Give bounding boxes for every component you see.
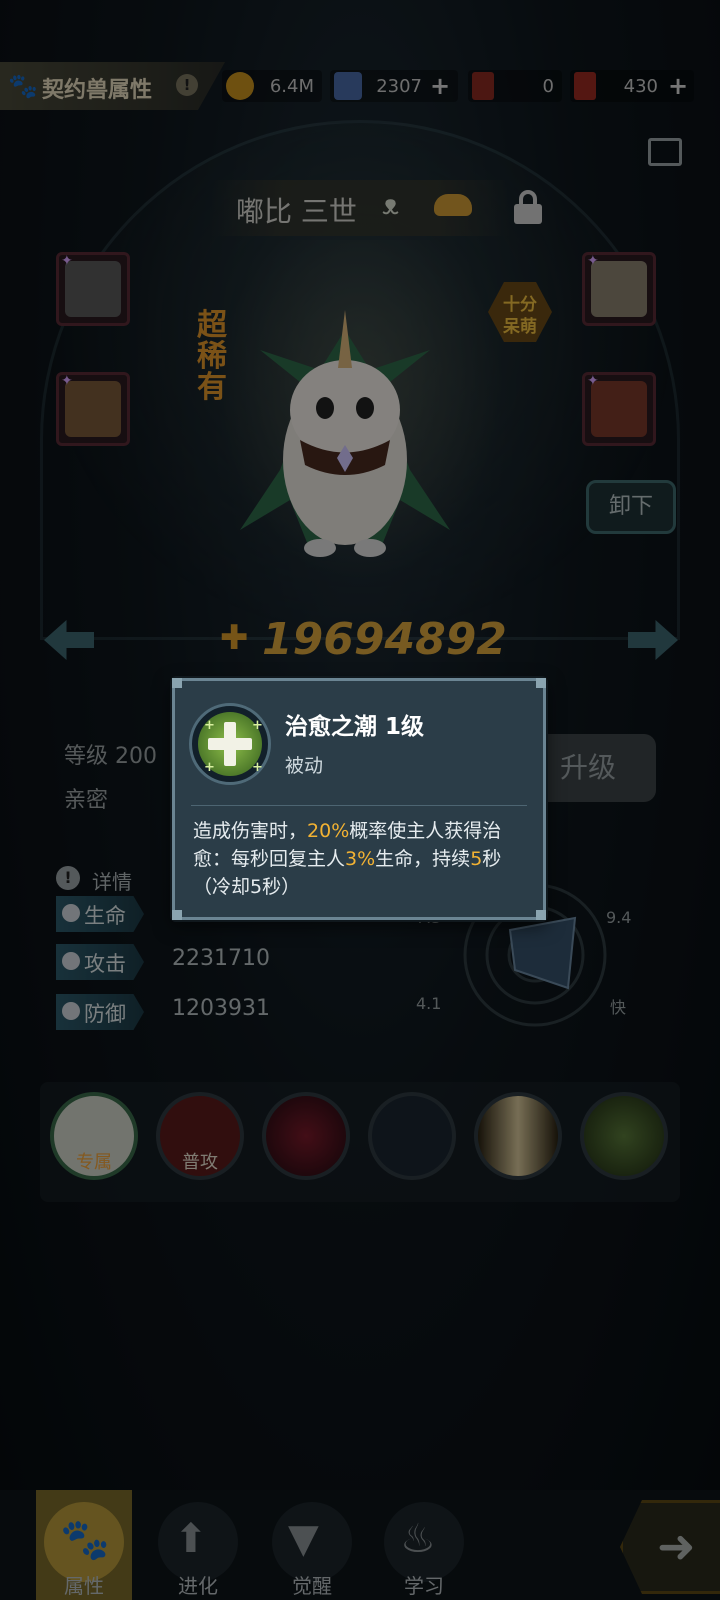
- divider: [191, 805, 527, 806]
- corner-ornament: [536, 678, 546, 688]
- skill-type: 被动: [285, 755, 324, 777]
- skill-tooltip: + + + + 治愈之潮 1级 被动 造成伤害时，20%概率使主人获得治愈：每秒回复…: [172, 678, 546, 920]
- skill-name: 治愈之潮 1级: [285, 714, 425, 740]
- healing-cross-icon: + + + +: [189, 703, 271, 785]
- corner-ornament: [172, 678, 182, 688]
- corner-ornament: [172, 910, 182, 920]
- corner-ornament: [536, 910, 546, 920]
- skill-description: 造成伤害时，20%概率使主人获得治愈：每秒回复主人3%生命，持续5秒（冷却5秒）: [193, 820, 502, 898]
